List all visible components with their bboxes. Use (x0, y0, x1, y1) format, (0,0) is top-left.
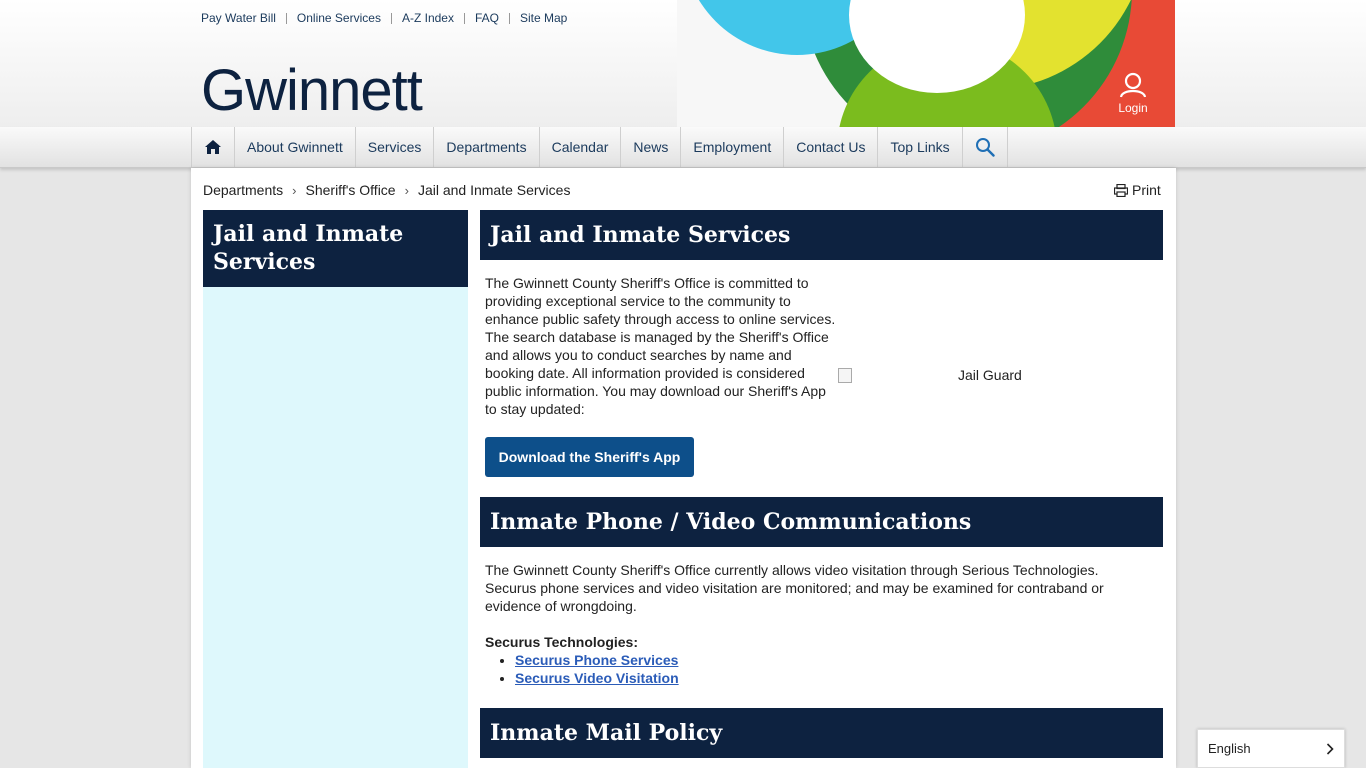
divider (390, 12, 392, 24)
phone-video-line: The Gwinnett County Sheriff's Office cur… (485, 562, 1099, 578)
divider (509, 12, 510, 24)
main-nav: About Gwinnett Services Departments Cale… (191, 127, 1008, 167)
search-icon (975, 138, 995, 157)
phone-video-line: evidence of wrongdoing. (485, 598, 637, 614)
securus-links: Securus Phone Services Securus Video Vis… (500, 651, 679, 687)
hero-graphic (677, 0, 1175, 127)
section-heading-jail-inmate-services: Jail and Inmate Services (480, 210, 1163, 260)
nav-news[interactable]: News (620, 127, 680, 167)
nav-top-links[interactable]: Top Links (877, 127, 961, 167)
print-button[interactable]: Print (1114, 182, 1161, 198)
print-label: Print (1132, 182, 1161, 198)
nav-about-gwinnett[interactable]: About Gwinnett (234, 127, 355, 167)
printer-icon (1114, 183, 1128, 197)
user-icon (1119, 72, 1147, 98)
list-item: Securus Phone Services (515, 651, 679, 669)
language-label: English (1208, 741, 1251, 756)
utility-link-online-services[interactable]: Online Services (297, 11, 381, 25)
chevron-right-icon: › (292, 182, 297, 198)
login-label: Login (1118, 101, 1148, 115)
list-item: Securus Video Visitation (515, 669, 679, 687)
login-button[interactable]: Login (1110, 72, 1156, 115)
nav-employment[interactable]: Employment (680, 127, 783, 167)
nav-departments[interactable]: Departments (433, 127, 538, 167)
nav-search[interactable] (961, 127, 1008, 167)
nav-contact-us[interactable]: Contact Us (783, 127, 877, 167)
sidebar-title: Jail and Inmate Services (203, 210, 468, 287)
home-icon (205, 140, 221, 154)
sidebar: Jail and Inmate Services (203, 210, 468, 768)
intro-line: public information. You may download our… (485, 383, 826, 399)
phone-video-line: Securus phone services and video visitat… (485, 580, 1104, 596)
intro-line: booking date. All information provided i… (485, 365, 805, 381)
intro-line: The Gwinnett County Sheriff's Office is … (485, 275, 809, 291)
section-heading-inmate-mail-policy: Inmate Mail Policy (480, 708, 1163, 758)
intro-line: providing exceptional service to the com… (485, 293, 791, 309)
intro-line: The search database is managed by the Sh… (485, 329, 829, 345)
intro-line: and allows you to conduct searches by na… (485, 347, 792, 363)
utility-links: Pay Water Bill Online Services A-Z Index… (201, 11, 567, 25)
intro-paragraph: The Gwinnett County Sheriff's Office is … (485, 274, 835, 418)
image-alt-text: Jail Guard (958, 367, 1022, 383)
utility-link-site-map[interactable]: Site Map (520, 11, 567, 25)
breadcrumb-current: Jail and Inmate Services (417, 182, 571, 198)
chevron-right-icon: › (404, 182, 409, 198)
gwinnett-logo[interactable]: Gwinnett (201, 58, 423, 124)
breadcrumb-sheriffs-office[interactable]: Sheriff's Office (306, 182, 396, 198)
utility-link-az-index[interactable]: A-Z Index (402, 11, 454, 25)
phone-video-paragraph: The Gwinnett County Sheriff's Office cur… (485, 561, 1104, 615)
section-heading-phone-video: Inmate Phone / Video Communications (480, 497, 1163, 547)
intro-line: enhance public safety through access to … (485, 311, 836, 327)
download-sheriffs-app-button[interactable]: Download the Sheriff's App (485, 437, 694, 477)
jail-guard-image: Jail Guard (838, 367, 1022, 383)
chevron-right-icon (1326, 742, 1334, 755)
utility-link-faq[interactable]: FAQ (475, 11, 499, 25)
securus-video-visitation-link[interactable]: Securus Video Visitation (515, 670, 679, 686)
breadcrumb: Departments › Sheriff's Office › Jail an… (203, 182, 570, 198)
securus-subheading: Securus Technologies: (485, 634, 638, 650)
breadcrumb-departments[interactable]: Departments (203, 182, 283, 198)
language-selector[interactable]: English (1197, 729, 1345, 768)
nav-home[interactable] (191, 127, 234, 167)
nav-calendar[interactable]: Calendar (538, 127, 621, 167)
nav-services[interactable]: Services (354, 127, 434, 167)
securus-phone-services-link[interactable]: Securus Phone Services (515, 652, 678, 668)
intro-line: to stay updated: (485, 401, 585, 417)
divider (463, 12, 465, 24)
divider (285, 12, 287, 24)
broken-image-icon (838, 367, 852, 383)
utility-link-pay-water-bill[interactable]: Pay Water Bill (201, 11, 276, 25)
